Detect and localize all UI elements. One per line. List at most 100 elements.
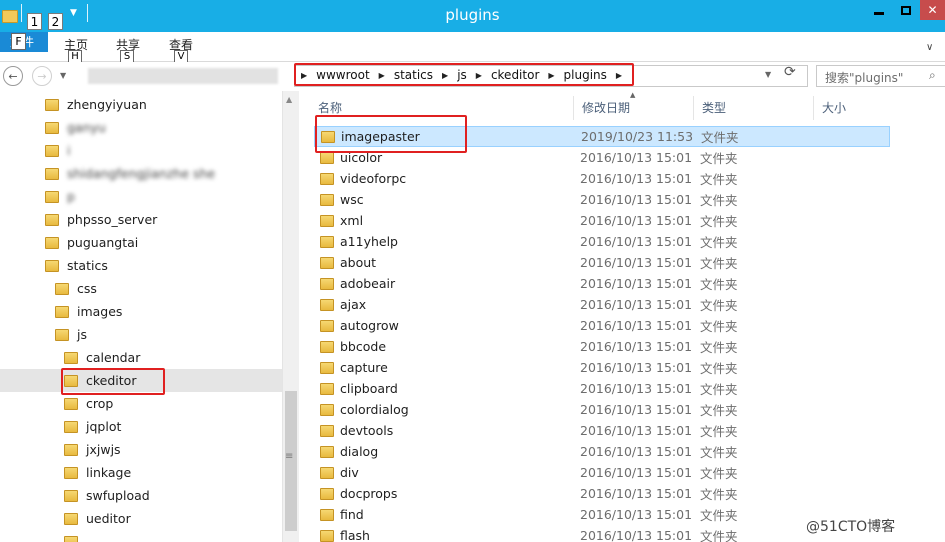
file-row[interactable]: div 2016/10/13 15:01 文件夹	[314, 462, 890, 483]
file-type: 文件夹	[700, 277, 738, 292]
file-row[interactable]: about 2016/10/13 15:01 文件夹	[314, 252, 890, 273]
file-row[interactable]: devtools 2016/10/13 15:01 文件夹	[314, 420, 890, 441]
folder-icon	[320, 403, 334, 416]
nav-tree-item[interactable]: puguangtai	[45, 231, 138, 254]
file-modified-date: 2016/10/13 15:01	[580, 486, 693, 501]
close-button[interactable]: ✕	[920, 0, 945, 20]
breadcrumb-item[interactable]: statics	[394, 68, 433, 82]
file-name: ajax	[340, 297, 367, 312]
nav-tree-item[interactable]: jqplot	[64, 415, 121, 438]
address-dropdown-icon[interactable]: ▼	[765, 70, 771, 79]
maximize-button[interactable]	[893, 0, 919, 20]
file-type: 文件夹	[700, 298, 738, 313]
nav-tree-label: puguangtai	[67, 235, 139, 250]
chevron-right-icon[interactable]: ▶	[476, 71, 482, 80]
breadcrumb-item[interactable]: wwwroot	[316, 68, 370, 82]
folder-icon	[64, 512, 78, 525]
chevron-right-icon[interactable]: ▶	[548, 71, 554, 80]
search-input[interactable]: 搜索"plugins" ⌕	[816, 65, 945, 87]
nav-tree-item[interactable]: images	[55, 300, 122, 323]
nav-tree-item[interactable]: phpsso_server	[45, 208, 157, 231]
chevron-down-icon[interactable]: ∨	[926, 42, 933, 53]
nav-tree-label: jxjwjs	[86, 442, 121, 457]
file-type: 文件夹	[700, 172, 738, 187]
file-row[interactable]: imagepaster 2019/10/23 11:53 文件夹	[314, 126, 890, 147]
folder-icon	[320, 445, 334, 458]
file-row[interactable]: colordialog 2016/10/13 15:01 文件夹	[314, 399, 890, 420]
folder-icon	[321, 130, 335, 143]
nav-tree-label: images	[77, 304, 123, 319]
file-modified-date: 2016/10/13 15:01	[580, 192, 693, 207]
refresh-icon[interactable]: ⟳	[784, 64, 796, 80]
folder-icon	[320, 529, 334, 542]
forward-button[interactable]: →	[32, 66, 52, 86]
nav-tree-item[interactable]	[64, 530, 86, 542]
folder-icon	[45, 190, 59, 203]
file-name: docprops	[340, 486, 398, 501]
scroll-up-icon[interactable]: ▲	[286, 95, 292, 104]
file-row[interactable]: a11yhelp 2016/10/13 15:01 文件夹	[314, 231, 890, 252]
file-row[interactable]: adobeair 2016/10/13 15:01 文件夹	[314, 273, 890, 294]
minimize-button[interactable]	[866, 0, 892, 20]
column-header-type[interactable]: 类型	[694, 96, 814, 120]
chevron-right-icon[interactable]: ▶	[442, 71, 448, 80]
file-row[interactable]: capture 2016/10/13 15:01 文件夹	[314, 357, 890, 378]
nav-tree-item[interactable]: p	[45, 185, 75, 208]
file-type: 文件夹	[700, 151, 738, 166]
nav-tree-item[interactable]: ganyu	[45, 116, 106, 139]
file-row[interactable]: clipboard 2016/10/13 15:01 文件夹	[314, 378, 890, 399]
column-header-name[interactable]: 名称	[310, 96, 574, 120]
breadcrumb-item[interactable]: plugins	[564, 68, 607, 82]
nav-tree-item[interactable]: crop	[64, 392, 113, 415]
nav-tree-item[interactable]: jxjwjs	[64, 438, 121, 461]
file-row[interactable]: docprops 2016/10/13 15:01 文件夹	[314, 483, 890, 504]
address-bar[interactable]: ▶ wwwroot ▶ statics ▶ js ▶ ckeditor ▶ plugins ▶	[294, 65, 808, 87]
file-type: 文件夹	[700, 466, 738, 481]
nav-tree-item[interactable]: shidangfengjianzhe she	[45, 162, 215, 185]
breadcrumb-item[interactable]: js	[457, 68, 467, 82]
file-row[interactable]: videoforpc 2016/10/13 15:01 文件夹	[314, 168, 890, 189]
file-name: xml	[340, 213, 364, 228]
nav-tree-item[interactable]: statics	[45, 254, 108, 277]
file-name: colordialog	[340, 402, 409, 417]
file-modified-date: 2016/10/13 15:01	[580, 402, 693, 417]
column-header-size[interactable]: 大小	[814, 96, 892, 120]
nav-tree-item[interactable]: linkage	[64, 461, 131, 484]
folder-icon	[320, 361, 334, 374]
file-modified-date: 2016/10/13 15:01	[580, 150, 693, 165]
chevron-right-icon[interactable]: ▶	[379, 71, 385, 80]
minimize-icon	[874, 11, 884, 15]
column-header-date[interactable]: 修改日期	[574, 96, 694, 120]
file-name: a11yhelp	[340, 234, 398, 249]
file-row[interactable]: find 2016/10/13 15:01 文件夹	[314, 504, 890, 525]
back-button[interactable]: ←	[3, 66, 23, 86]
file-name: dialog	[340, 444, 379, 459]
chevron-right-icon[interactable]: ▶	[301, 71, 307, 80]
nav-tree-item[interactable]: ckeditor	[0, 369, 282, 392]
nav-tree-item[interactable]: i	[45, 139, 70, 162]
file-row[interactable]: xml 2016/10/13 15:01 文件夹	[314, 210, 890, 231]
file-row[interactable]: uicolor 2016/10/13 15:01 文件夹	[314, 147, 890, 168]
file-type: 文件夹	[700, 361, 738, 376]
file-row[interactable]: bbcode 2016/10/13 15:01 文件夹	[314, 336, 890, 357]
breadcrumb-item[interactable]: ckeditor	[491, 68, 539, 82]
nav-tree-item[interactable]: calendar	[64, 346, 140, 369]
recent-locations-icon[interactable]: ▼	[60, 71, 66, 80]
file-row[interactable]: wsc 2016/10/13 15:01 文件夹	[314, 189, 890, 210]
file-name: flash	[340, 528, 370, 542]
file-row[interactable]: ajax 2016/10/13 15:01 文件夹	[314, 294, 890, 315]
navigation-scrollbar[interactable]: ▲ ≡	[282, 91, 299, 542]
nav-tree-item[interactable]: js	[55, 323, 87, 346]
sort-ascending-icon: ▲	[630, 91, 636, 99]
folder-icon	[64, 397, 78, 410]
nav-tree-item[interactable]: swfupload	[64, 484, 150, 507]
nav-tree-item[interactable]: css	[55, 277, 97, 300]
folder-icon	[320, 298, 334, 311]
chevron-right-icon[interactable]: ▶	[616, 71, 622, 80]
file-row[interactable]: autogrow 2016/10/13 15:01 文件夹	[314, 315, 890, 336]
nav-tree-item[interactable]: zhengyiyuan	[45, 93, 147, 116]
search-icon[interactable]: ⌕	[929, 68, 936, 83]
file-row[interactable]: dialog 2016/10/13 15:01 文件夹	[314, 441, 890, 462]
file-row[interactable]: flash 2016/10/13 15:01 文件夹	[314, 525, 890, 542]
nav-tree-item[interactable]: ueditor	[64, 507, 131, 530]
